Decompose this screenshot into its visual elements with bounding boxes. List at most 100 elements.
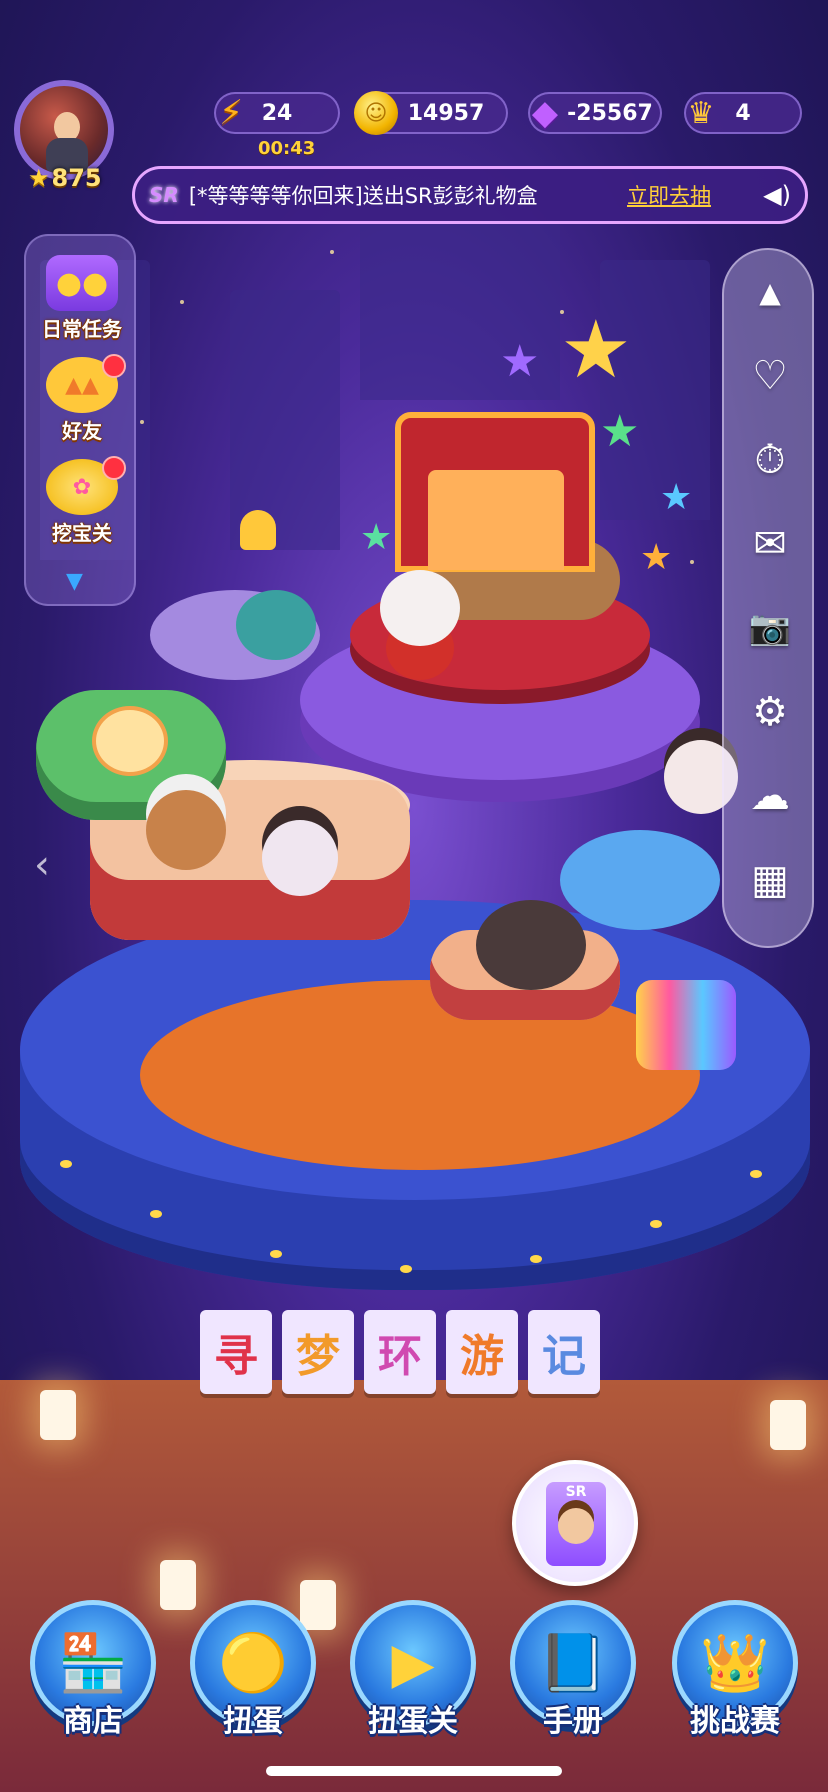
energy-value: 24 [261,100,293,126]
speaker-icon[interactable]: ◀) [763,181,791,209]
event-title-banner: 寻 梦 环 游 记 [200,1310,600,1394]
handbook-button[interactable]: 📘 手册 [508,1596,638,1746]
gacha-glyph: 🟡 [218,1631,288,1696]
gold-star-decoration: ★ [560,303,632,396]
ring-light [750,1170,762,1178]
title-tile: 游 [446,1310,518,1394]
sparkle [140,420,144,424]
coin-value: 14957 [407,100,485,126]
stopwatch-icon[interactable]: ⏱ [738,428,802,492]
energy-counter[interactable]: ⚡ 24 [214,92,340,134]
chevron-up-glyph: ▲ [759,275,781,309]
daily-tasks-label: 日常任务 [42,317,122,341]
grandma-character[interactable] [146,790,226,870]
player-level-value: 875 [51,164,102,192]
treasure-chest-icon: ●● [46,255,118,311]
character-portrait [558,1508,594,1544]
pinata-character[interactable] [636,980,736,1070]
gacha-stage-glyph: ▶ [391,1630,435,1696]
announcement-bar[interactable]: SR [*等等等等你回来]送出SR彭彭礼物盒 立即去抽 ◀) [132,166,808,224]
calendar-icon[interactable]: ▦ [738,848,802,912]
draw-now-link[interactable]: 立即去抽 [627,180,711,210]
cloud-icon[interactable]: ☁ [738,764,802,828]
coin-icon: ☺ [354,91,398,135]
gacha-stage-label: 扭蛋关 [368,1704,458,1739]
ring-light [530,1255,542,1263]
crown-counter[interactable]: ♛ 4 [684,92,802,134]
challenge-button[interactable]: 👑 挑战赛 [670,1596,800,1746]
sr-card: SR [546,1482,606,1566]
sr-card-label: SR [565,1484,587,1500]
camera-glyph: 📷 [748,608,792,648]
cake-orange-frosting [140,980,700,1170]
mail-icon[interactable]: ✉ [738,512,802,576]
sr-gacha-bubble[interactable]: SR [512,1460,638,1586]
gem-counter[interactable]: ◆ -25567 [528,92,662,134]
announcement-text: [*等等等等你回来]送出SR彭彭礼物盒 [188,184,538,208]
challenge-label: 挑战赛 [690,1704,780,1739]
gacha-stage-button[interactable]: ▶ 扭蛋关 [348,1596,478,1746]
title-tile: 环 [364,1310,436,1394]
handbook-glyph: 📘 [538,1631,608,1696]
chevron-up-icon[interactable]: ▲ [738,260,802,324]
shop-label: 商店 [63,1704,123,1739]
bell-icon [240,510,276,550]
candle [770,1400,806,1450]
green-star-decoration: ★ [600,406,640,457]
ring-light [150,1210,162,1218]
stage-inner [428,470,564,570]
ring-light [60,1160,72,1168]
skeleton-lady-character[interactable] [262,820,338,896]
title-char: 游 [460,1331,504,1382]
treasure-dig-button[interactable]: ✿ 挖宝关 [34,450,130,546]
music-tier[interactable] [560,830,720,930]
purple-star-decoration: ★ [500,336,540,387]
friends-label: 好友 [62,419,102,443]
gacha-button[interactable]: 🟡 扭蛋 [188,1596,318,1746]
orange-star-decoration: ★ [640,537,673,578]
daily-tasks-button[interactable]: ●● 日常任务 [34,246,130,342]
notification-dot [102,354,126,378]
lightning-icon: ⚡ [219,93,243,133]
gear-glyph: ⚙ [752,689,788,735]
home-indicator[interactable] [266,1766,562,1776]
right-tool-panel: ▲ ♡ ⏱ ✉ 📷 ⚙ ☁ ▦ [722,248,814,948]
ring-light [650,1220,662,1228]
gear-icon[interactable]: ⚙ [738,680,802,744]
sparkle [330,250,334,254]
challenge-glyph: 👑 [700,1631,770,1696]
treasure-dig-label: 挖宝关 [52,521,112,545]
shop-button[interactable]: 🏪 商店 [28,1596,158,1746]
crown-value: 4 [735,100,751,126]
camera-icon[interactable]: 📷 [738,596,802,660]
handbook-label: 手册 [543,1704,603,1739]
coin-counter[interactable]: ☺ 14957 [354,91,508,135]
gem-icon: ◆ [531,93,559,133]
heart-bubble-icon[interactable]: ♡ [738,344,802,408]
title-char: 环 [378,1331,422,1382]
bottom-navigation: 🏪 商店 🟡 扭蛋 ▶ 扭蛋关 📘 手册 👑 挑战赛 [0,1596,828,1746]
left-activity-panel: ●● 日常任务 ▲▲ 好友 ✿ 挖宝关 ▼ [24,234,136,606]
star-icon: ★ [28,164,50,192]
scroll-left-arrow[interactable]: ‹ [34,842,50,888]
sparkle [180,300,184,304]
gacha-label: 扭蛋 [223,1704,283,1739]
notification-dot [102,456,126,480]
friends-button[interactable]: ▲▲ 好友 [34,348,130,444]
skeleton-guitarist-character[interactable] [380,570,460,646]
ring-light [400,1265,412,1273]
chevron-down-icon[interactable]: ▼ [66,569,83,594]
player-level: ★ 875 [28,164,102,192]
title-tile: 梦 [282,1310,354,1394]
crown-icon: ♛ [687,95,715,131]
stopwatch-glyph: ⏱ [754,437,786,483]
calendar-glyph: ▦ [751,857,789,903]
energy-timer: 00:43 [258,138,316,159]
green-star-decoration: ★ [360,517,393,558]
alebrije-cat-character[interactable] [236,590,316,660]
sparkle [690,560,694,564]
ring-light [270,1250,282,1258]
pig-character[interactable] [476,900,586,990]
title-char: 记 [542,1331,586,1382]
title-char: 寻 [214,1331,258,1382]
